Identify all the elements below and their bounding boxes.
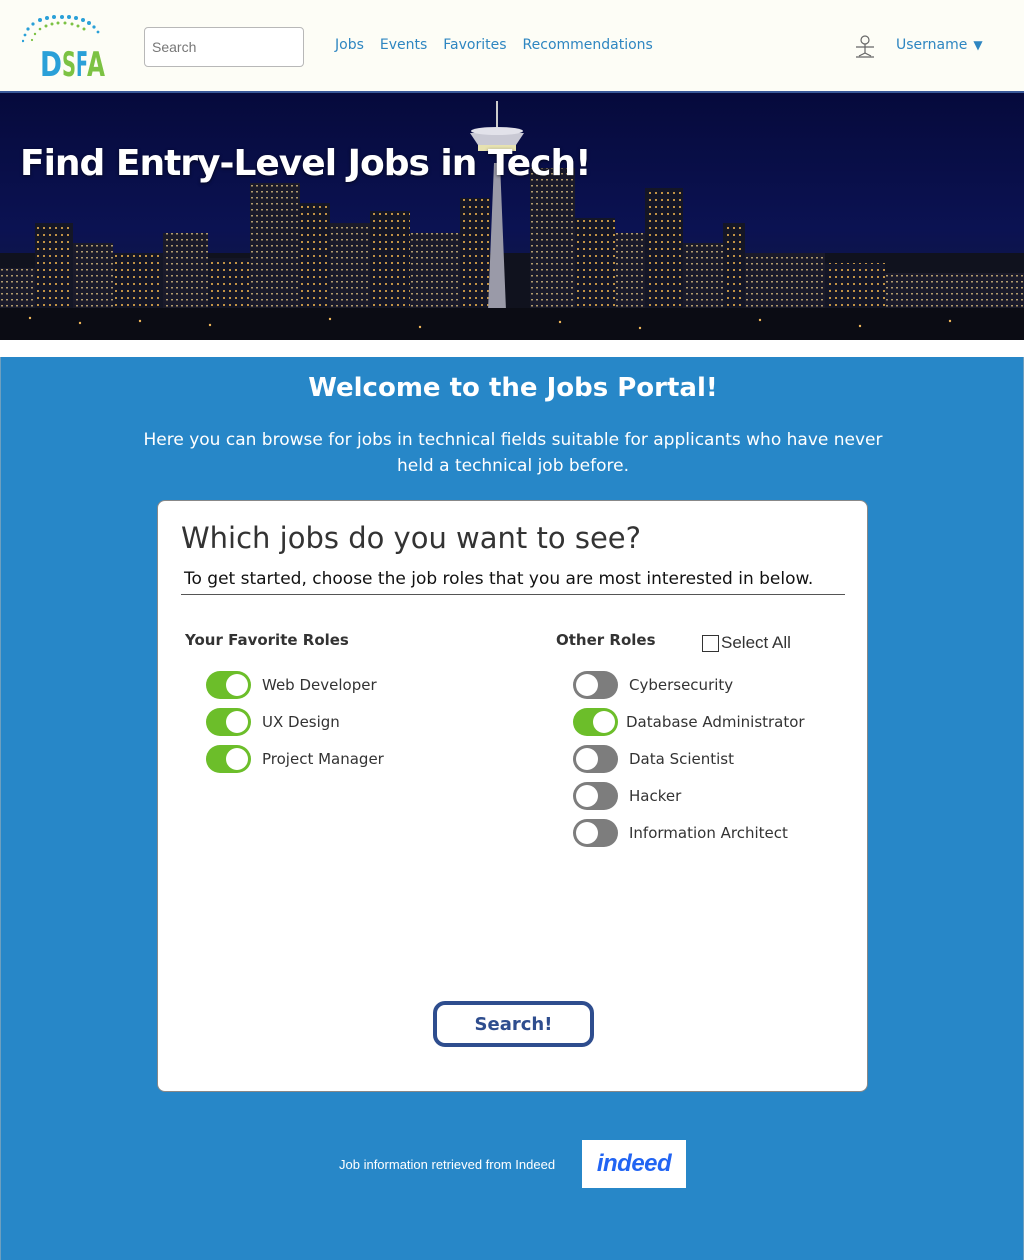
toggle-switch[interactable] [573, 708, 618, 736]
toggle-switch[interactable] [573, 819, 618, 847]
svg-text:S: S [62, 45, 76, 78]
role-toggle-cybersecurity[interactable]: Cybersecurity [573, 671, 733, 699]
user-menu[interactable]: Username ▼ [896, 37, 983, 53]
username-label: Username [896, 37, 968, 53]
checkbox-icon[interactable] [702, 634, 719, 652]
role-toggle-information-architect[interactable]: Information Architect [573, 819, 788, 847]
role-selection-card: Which jobs do you want to see? To get st… [157, 500, 868, 1092]
intro-text: Here you can browse for jobs in technica… [143, 430, 883, 476]
select-all-checkbox[interactable]: Select All [702, 633, 791, 653]
role-toggle-ux-design[interactable]: UX Design [206, 708, 340, 736]
nav-favorites-link[interactable]: Favorites [443, 37, 506, 53]
nav-events-link[interactable]: Events [380, 37, 427, 53]
role-label: Web Developer [262, 676, 377, 694]
role-label: Database Administrator [626, 713, 805, 731]
user-icon[interactable] [854, 34, 876, 60]
role-toggle-web-developer[interactable]: Web Developer [206, 671, 377, 699]
other-roles-heading: Other Roles [556, 631, 656, 649]
logo-letter-d: D [40, 45, 62, 78]
role-toggle-data-scientist[interactable]: Data Scientist [573, 745, 734, 773]
welcome-heading: Welcome to the Jobs Portal! [308, 373, 718, 403]
toggle-switch[interactable] [573, 782, 618, 810]
nav-recommendations-link[interactable]: Recommendations [523, 37, 653, 53]
svg-text:A: A [87, 45, 105, 78]
hero-banner: Find Entry-Level Jobs in Tech! [0, 93, 1024, 340]
toggle-switch[interactable] [573, 745, 618, 773]
favorite-roles-heading: Your Favorite Roles [185, 631, 349, 649]
role-label: Hacker [629, 787, 682, 805]
toggle-switch[interactable] [206, 708, 251, 736]
search-button[interactable]: Search! [433, 1001, 594, 1047]
top-navigation-bar: D S F A Jobs Events Favorites Recommenda… [0, 0, 1024, 93]
city-skyline-image [0, 101, 1024, 340]
role-label: Data Scientist [629, 750, 734, 768]
nav-jobs-link[interactable]: Jobs [335, 37, 364, 53]
card-subtitle: To get started, choose the job roles tha… [181, 569, 845, 595]
toggle-switch[interactable] [206, 671, 251, 699]
divider [0, 340, 1024, 357]
chevron-down-icon: ▼ [973, 38, 983, 52]
main-content: Welcome to the Jobs Portal! Here you can… [0, 357, 1024, 1260]
toggle-switch[interactable] [206, 745, 251, 773]
indeed-logo-text: indeed [596, 1150, 672, 1177]
role-toggle-project-manager[interactable]: Project Manager [206, 745, 384, 773]
role-label: Cybersecurity [629, 676, 734, 694]
role-label: Information Architect [629, 824, 788, 842]
role-toggle-hacker[interactable]: Hacker [573, 782, 681, 810]
hero-title: Find Entry-Level Jobs in Tech! [20, 143, 592, 184]
dsfa-logo[interactable]: D S F A [22, 14, 108, 78]
select-all-label: Select All [721, 633, 791, 652]
main-nav: Jobs Events Favorites Recommendations [335, 37, 653, 53]
attribution-text: Job information retrieved from Indeed [339, 1157, 556, 1172]
role-label: UX Design [262, 713, 340, 731]
search-input[interactable] [144, 27, 304, 67]
role-toggle-database-administrator[interactable]: Database Administrator [573, 708, 805, 736]
toggle-switch[interactable] [573, 671, 618, 699]
card-title: Which jobs do you want to see? [181, 521, 642, 555]
indeed-logo[interactable]: indeed [582, 1140, 686, 1188]
role-label: Project Manager [262, 750, 384, 768]
